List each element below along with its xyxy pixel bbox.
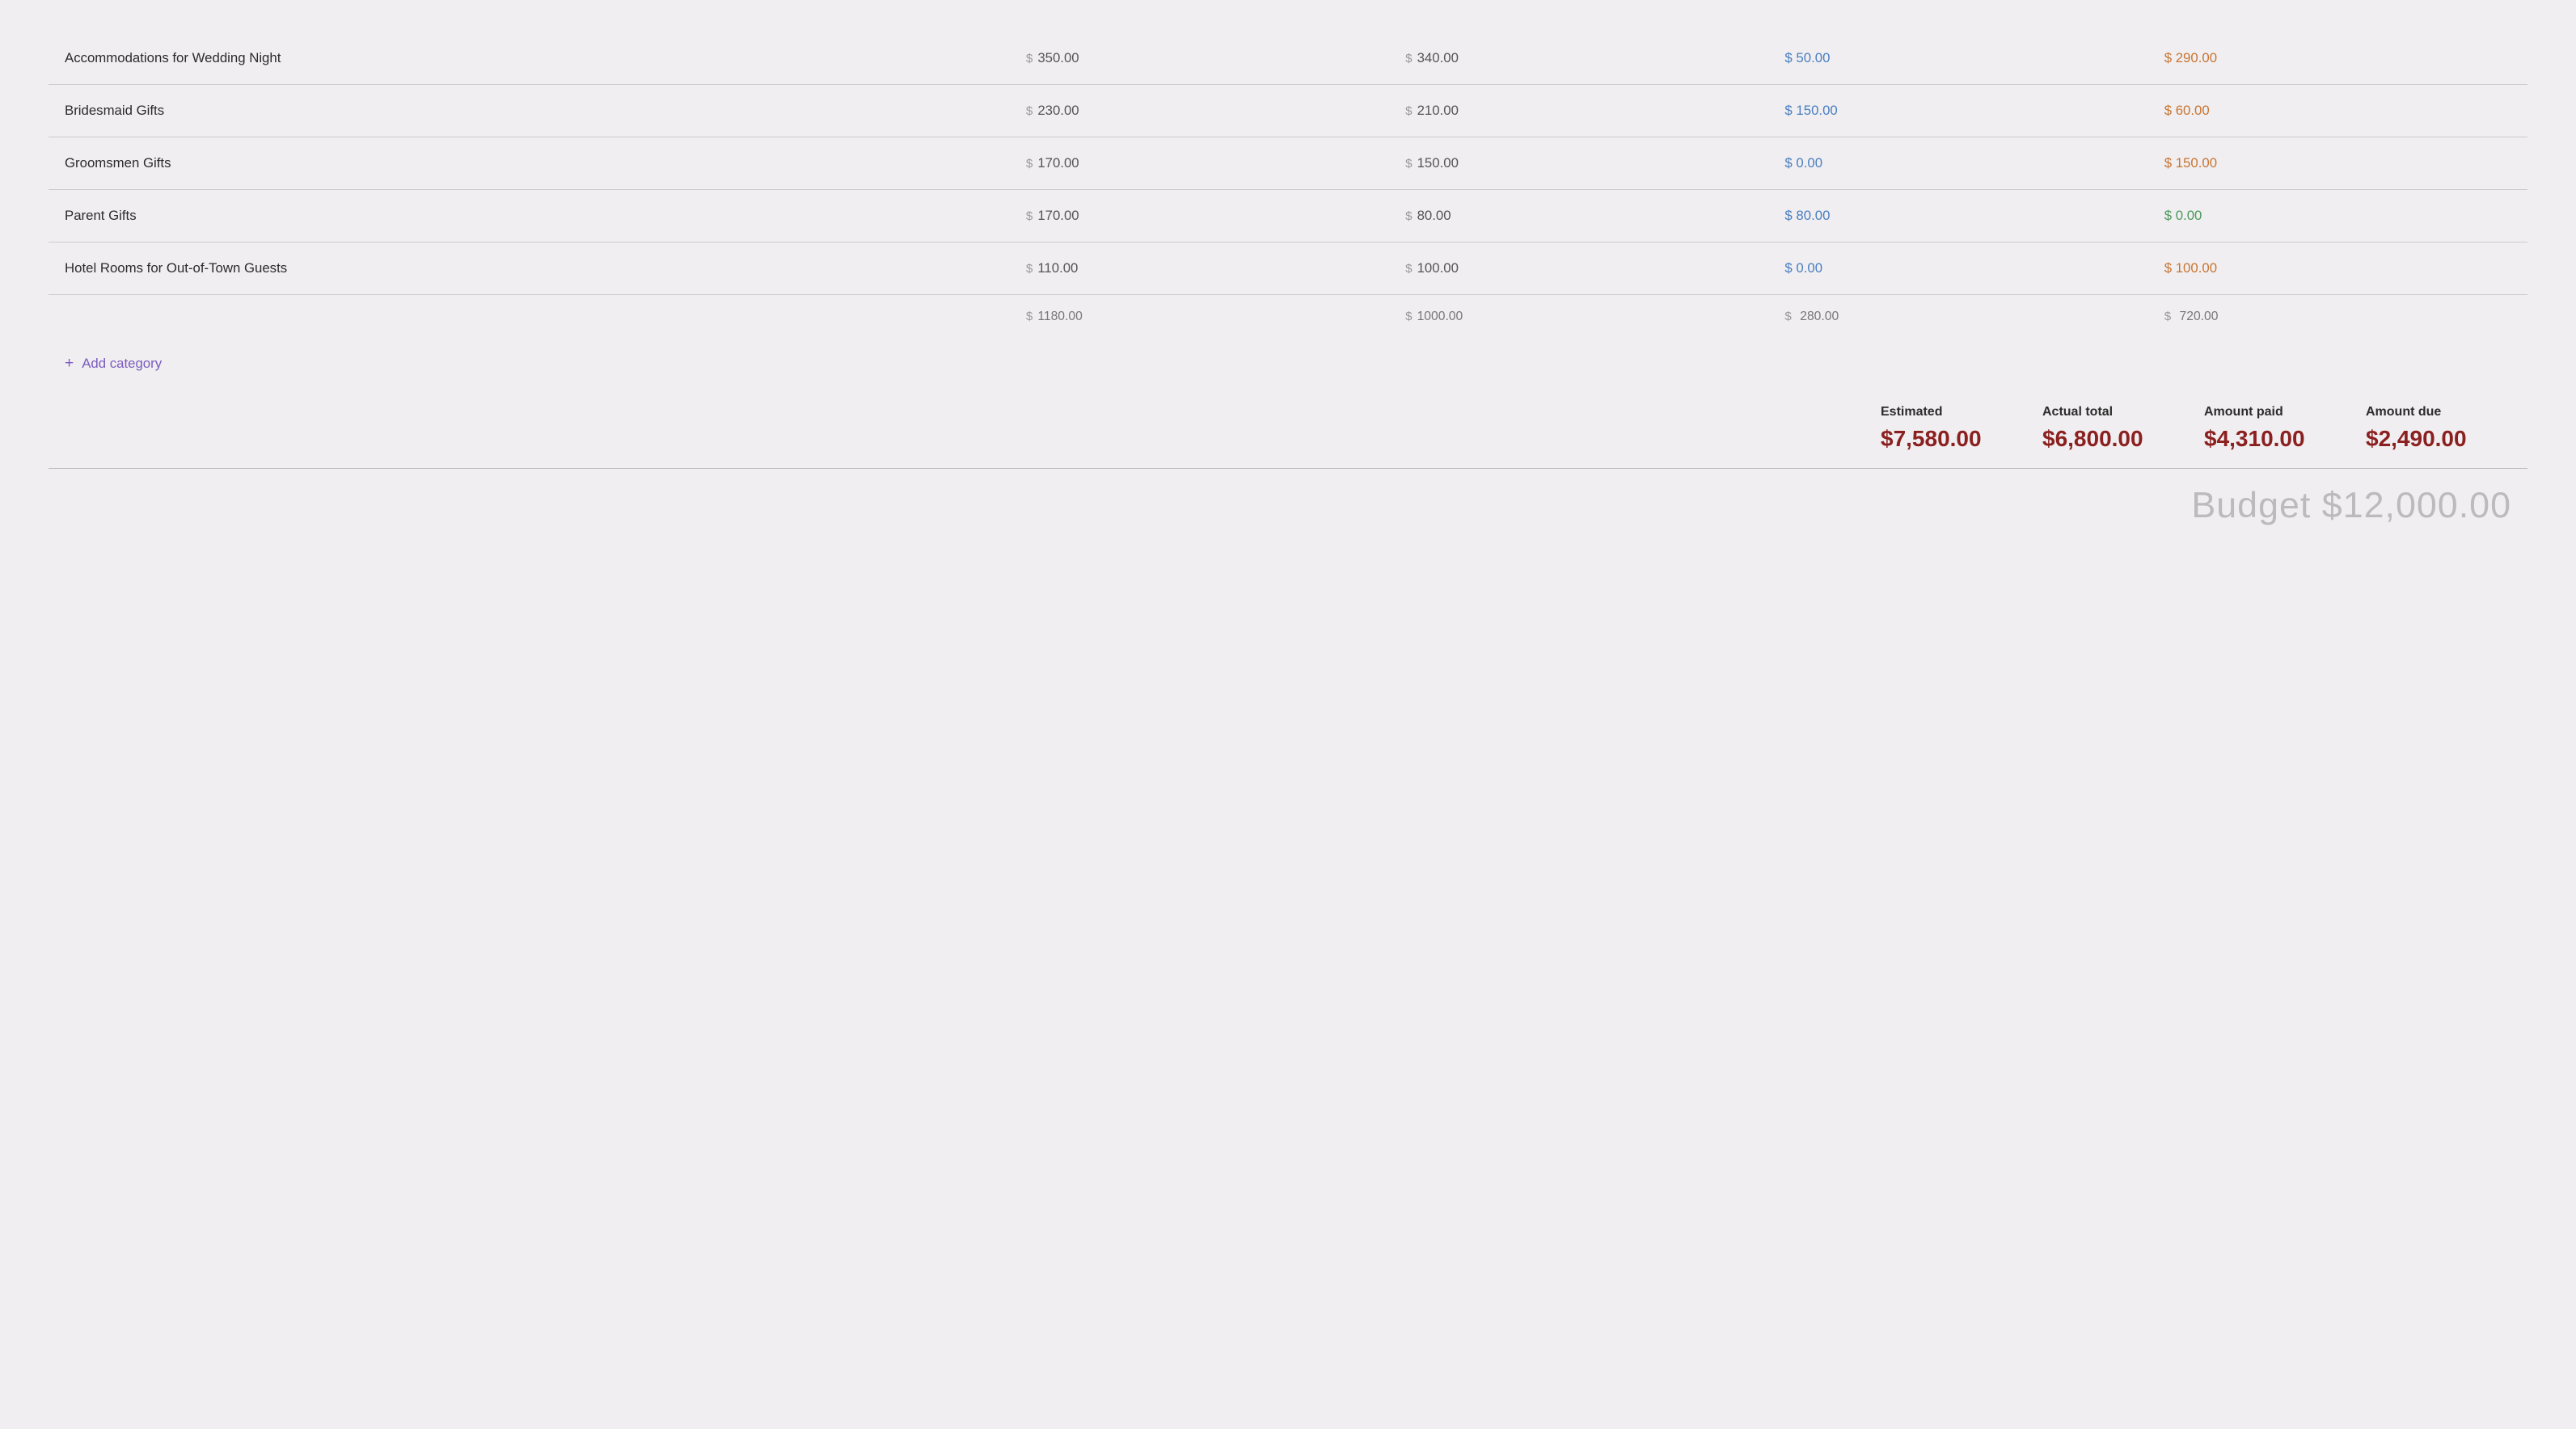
summary-columns: Estimated $7,580.00 Actual total $6,800.…	[1864, 405, 2511, 452]
row-due: $ 0.00	[2148, 190, 2527, 242]
row-due: $ 150.00	[2148, 137, 2527, 190]
totals-row: $1180.00 $1000.00 $ 280.00 $ 720.00	[49, 295, 2527, 339]
row-estimated: $170.00	[1010, 137, 1389, 190]
budget-total: Budget $12,000.00	[2191, 485, 2511, 526]
row-paid: $ 80.00	[1768, 190, 2147, 242]
row-due: $ 100.00	[2148, 242, 2527, 295]
plus-icon: +	[65, 355, 74, 373]
add-category-label: Add category	[82, 356, 162, 372]
summary-col-value: $7,580.00	[1881, 426, 2010, 452]
table-row: Hotel Rooms for Out-of-Town Guests $110.…	[49, 242, 2527, 295]
add-category-button[interactable]: + Add category	[49, 339, 2527, 381]
row-actual: $150.00	[1389, 137, 1768, 190]
row-due: $ 290.00	[2148, 32, 2527, 85]
summary-col-value: $6,800.00	[2042, 426, 2172, 452]
dollar-icon: $	[1405, 52, 1412, 65]
dollar-icon: $	[1405, 157, 1412, 171]
total-estimated: $1180.00	[1010, 295, 1389, 339]
totals-spacer	[49, 295, 1010, 339]
table-row: Bridesmaid Gifts $230.00 $210.00 $ 150.0…	[49, 85, 2527, 137]
row-name: Accommodations for Wedding Night	[49, 32, 1010, 85]
row-paid: $ 150.00	[1768, 85, 2147, 137]
row-actual: $340.00	[1389, 32, 1768, 85]
summary-col-label: Amount paid	[2204, 405, 2333, 419]
row-estimated: $230.00	[1010, 85, 1389, 137]
dollar-icon: $	[1026, 157, 1033, 171]
row-paid: $ 50.00	[1768, 32, 2147, 85]
summary-col-0: Estimated $7,580.00	[1864, 405, 2026, 452]
row-name: Hotel Rooms for Out-of-Town Guests	[49, 242, 1010, 295]
table-row: Groomsmen Gifts $170.00 $150.00 $ 0.00 $…	[49, 137, 2527, 190]
summary-col-2: Amount paid $4,310.00	[2188, 405, 2350, 452]
row-paid: $ 0.00	[1768, 242, 2147, 295]
summary-col-label: Estimated	[1881, 405, 2010, 419]
summary-col-value: $4,310.00	[2204, 426, 2333, 452]
dollar-icon: $	[1405, 104, 1412, 118]
dollar-icon: $	[1405, 209, 1412, 223]
total-paid: $ 280.00	[1768, 295, 2147, 339]
budget-total-section: Budget $12,000.00	[49, 468, 2527, 534]
total-due: $ 720.00	[2148, 295, 2527, 339]
row-name: Groomsmen Gifts	[49, 137, 1010, 190]
summary-col-value: $2,490.00	[2366, 426, 2495, 452]
dollar-icon: $	[1026, 104, 1033, 118]
table-row: Accommodations for Wedding Night $350.00…	[49, 32, 2527, 85]
row-due: $ 60.00	[2148, 85, 2527, 137]
row-name: Bridesmaid Gifts	[49, 85, 1010, 137]
row-actual: $100.00	[1389, 242, 1768, 295]
dollar-icon: $	[1405, 262, 1412, 276]
summary-col-label: Actual total	[2042, 405, 2172, 419]
row-estimated: $170.00	[1010, 190, 1389, 242]
row-actual: $80.00	[1389, 190, 1768, 242]
dollar-icon: $	[1026, 262, 1033, 276]
dollar-icon: $	[1026, 209, 1033, 223]
summary-col-label: Amount due	[2366, 405, 2495, 419]
summary-col-3: Amount due $2,490.00	[2350, 405, 2511, 452]
summary-section: Estimated $7,580.00 Actual total $6,800.…	[49, 381, 2527, 460]
dollar-icon: $	[1026, 52, 1033, 65]
row-actual: $210.00	[1389, 85, 1768, 137]
row-estimated: $350.00	[1010, 32, 1389, 85]
budget-table: Accommodations for Wedding Night $350.00…	[49, 32, 2527, 339]
row-name: Parent Gifts	[49, 190, 1010, 242]
total-actual: $1000.00	[1389, 295, 1768, 339]
row-paid: $ 0.00	[1768, 137, 2147, 190]
table-row: Parent Gifts $170.00 $80.00 $ 80.00 $ 0.…	[49, 190, 2527, 242]
row-estimated: $110.00	[1010, 242, 1389, 295]
summary-col-1: Actual total $6,800.00	[2026, 405, 2188, 452]
